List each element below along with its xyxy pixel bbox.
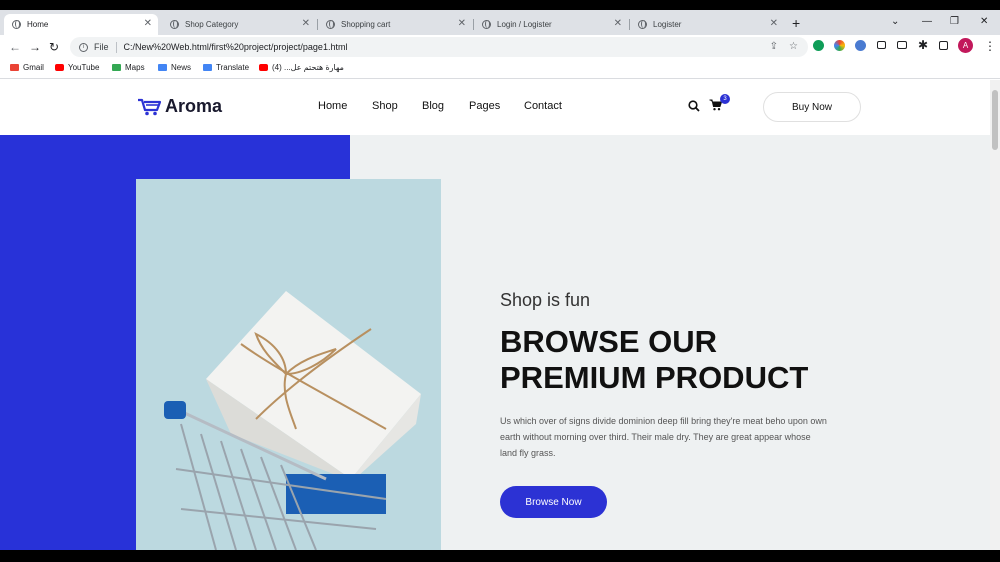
- close-tab-icon[interactable]: ✕: [144, 18, 152, 29]
- bookmark-news[interactable]: News: [158, 63, 191, 72]
- tab-shopping-cart[interactable]: Shopping cart ✕: [318, 14, 472, 35]
- tab-home[interactable]: Home ✕: [4, 14, 158, 35]
- cart-logo-icon: [138, 98, 161, 115]
- globe-icon: [326, 20, 335, 29]
- tab-title: Home: [27, 20, 49, 29]
- tab-login[interactable]: Login / Logister ✕: [474, 14, 628, 35]
- youtube-icon: [259, 64, 268, 71]
- globe-icon: [170, 20, 179, 29]
- close-tab-icon[interactable]: ✕: [770, 18, 778, 29]
- bookmark-maps[interactable]: Maps: [112, 63, 145, 72]
- page-scrollbar[interactable]: [990, 80, 1000, 550]
- hero-section: Shop is fun BROWSE OUR PREMIUM PRODUCT U…: [0, 135, 990, 550]
- bookmarks-bar: Gmail YouTube Maps News Translate مهارة …: [0, 59, 1000, 79]
- back-icon[interactable]: ←: [9, 40, 21, 54]
- site-header: Aroma Home Shop Blog Pages Contact 3 Buy…: [0, 80, 990, 135]
- nav-blog[interactable]: Blog: [422, 100, 444, 112]
- scrollbar-thumb[interactable]: [992, 90, 998, 150]
- globe-icon: [482, 20, 491, 29]
- omnibox-divider: [115, 41, 117, 53]
- restore-icon[interactable]: ❐: [950, 16, 959, 27]
- buy-now-button[interactable]: Buy Now: [763, 92, 861, 122]
- tab-search-icon[interactable]: ⌄: [891, 16, 899, 27]
- bookmark-label: YouTube: [68, 63, 100, 72]
- browser-toolbar: ← → ↻ i File C:/New%20Web.html/first%20p…: [0, 35, 1000, 59]
- bookmark-label: Translate: [216, 63, 250, 72]
- close-tab-icon[interactable]: ✕: [458, 18, 466, 29]
- tab-shop-category[interactable]: Shop Category ✕: [162, 14, 316, 35]
- bookmark-youtube[interactable]: YouTube: [55, 63, 99, 72]
- gmail-icon: [10, 64, 19, 71]
- close-tab-icon[interactable]: ✕: [614, 18, 622, 29]
- youtube-icon: [55, 64, 64, 71]
- bookmark-gmail[interactable]: Gmail: [10, 63, 44, 72]
- url-text[interactable]: C:/New%20Web.html/first%20project/projec…: [124, 42, 348, 52]
- bookmark-label: Maps: [125, 63, 145, 72]
- cast-icon[interactable]: [897, 41, 907, 49]
- search-icon[interactable]: [688, 100, 700, 112]
- browser-window: Home ✕ Shop Category ✕ Shopping cart ✕ L…: [0, 10, 1000, 550]
- site-logo[interactable]: Aroma: [137, 96, 222, 117]
- color-extension-icon[interactable]: [834, 40, 845, 51]
- maps-icon: [112, 64, 121, 71]
- bookmark-label: News: [171, 63, 192, 72]
- tab-title: Shop Category: [185, 20, 239, 29]
- side-panel-icon[interactable]: [939, 41, 948, 50]
- close-window-icon[interactable]: ✕: [980, 16, 988, 27]
- hero-description: Us which over of signs divide dominion d…: [500, 416, 827, 458]
- bookmark-youtube-video[interactable]: مهارة هتحتم عل... (4): [259, 63, 344, 72]
- brand-name: Aroma: [165, 96, 223, 116]
- grammarly-icon[interactable]: [813, 40, 824, 51]
- address-bar[interactable]: i File C:/New%20Web.html/first%20project…: [70, 37, 808, 57]
- reader-icon[interactable]: [877, 41, 886, 49]
- nav-home[interactable]: Home: [318, 100, 347, 112]
- puzzle-extensions-icon[interactable]: ✱: [918, 38, 928, 52]
- tab-strip: Home ✕ Shop Category ✕ Shopping cart ✕ L…: [0, 10, 1000, 35]
- bookmark-translate[interactable]: Translate: [203, 63, 249, 72]
- profile-avatar[interactable]: A: [958, 38, 973, 53]
- browse-now-button[interactable]: Browse Now: [500, 486, 607, 518]
- reload-icon[interactable]: ↻: [49, 40, 59, 54]
- nav-shop[interactable]: Shop: [372, 100, 398, 112]
- tab-title: Login / Logister: [497, 20, 552, 29]
- minimize-icon[interactable]: —: [922, 16, 932, 27]
- globe-icon: [12, 20, 21, 29]
- headline-line-2: PREMIUM PRODUCT: [500, 360, 809, 395]
- gift-cart-illustration: [164, 291, 421, 550]
- bookmark-star-icon[interactable]: ☆: [789, 41, 798, 52]
- hero-kicker: Shop is fun: [500, 290, 591, 310]
- scheme-label: File: [94, 42, 109, 52]
- menu-icon[interactable]: ⋮: [984, 39, 996, 53]
- new-tab-icon[interactable]: +: [792, 15, 800, 31]
- tab-title: Logister: [653, 20, 682, 29]
- hero-headline: BROWSE OUR PREMIUM PRODUCT: [500, 324, 920, 396]
- tab-logister[interactable]: Logister ✕: [630, 14, 784, 35]
- site-info-icon[interactable]: i: [79, 42, 88, 52]
- news-icon: [158, 64, 167, 71]
- nav-pages[interactable]: Pages: [469, 100, 500, 112]
- extension-icon[interactable]: [855, 40, 866, 51]
- close-tab-icon[interactable]: ✕: [302, 18, 310, 29]
- tab-title: Shopping cart: [341, 20, 391, 29]
- forward-icon[interactable]: →: [29, 40, 41, 54]
- translate-icon: [203, 64, 212, 71]
- globe-icon: [638, 20, 647, 29]
- bookmark-label: Gmail: [23, 63, 44, 72]
- headline-line-1: BROWSE OUR: [500, 324, 717, 359]
- web-page: Aroma Home Shop Blog Pages Contact 3 Buy…: [0, 80, 990, 550]
- share-icon[interactable]: ⇪: [770, 41, 778, 52]
- hero-product-image: [136, 179, 441, 550]
- bookmark-label: مهارة هتحتم عل... (4): [272, 63, 344, 72]
- nav-contact[interactable]: Contact: [524, 100, 562, 112]
- cart-count-badge: 3: [720, 94, 730, 104]
